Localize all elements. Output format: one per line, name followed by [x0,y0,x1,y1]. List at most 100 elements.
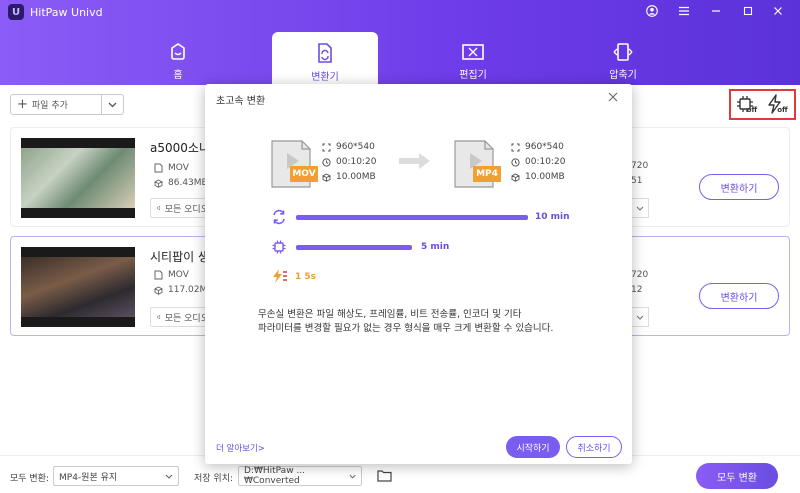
convert-all-format-label: 모두 변환: [10,474,50,484]
close-icon [608,92,618,102]
close-icon[interactable] [766,2,790,20]
add-file-main[interactable]: + 파일 추가 [11,95,101,114]
source-file-icon: MOV [270,139,320,189]
tab-compressor-label: 압축기 [609,70,637,81]
file-name: 시티팝이 생 [150,250,210,264]
target-size: 10.00MB [511,172,565,182]
chip-icon [270,238,288,256]
lossless-description: 무손실 변환은 파일 해상도, 프레임률, 비트 전송률, 인코더 및 기타 파… [258,308,588,336]
minimize-icon[interactable] [704,2,728,20]
speed-label-normal: 10 min [535,212,570,222]
target-duration-value: 00:10:20 [525,157,566,167]
maximize-icon[interactable] [736,2,760,20]
chevron-down-icon [349,474,356,479]
tab-compressor[interactable]: 압축기 [570,32,676,85]
chevron-down-icon [108,102,117,107]
app-title: HitPaw Univd [30,5,103,19]
source-size: 10.00MB [322,172,376,182]
video-thumbnail[interactable] [21,138,135,218]
speed-bar-normal [296,215,528,220]
folder-icon [376,469,392,482]
file-size-value: 86.43MB [168,178,208,188]
description-line-2: 파라미터를 변경할 필요가 없는 경우 형식을 매우 크게 변환할 수 있습니다… [258,323,554,334]
tab-home[interactable]: 홈 [125,32,231,85]
home-icon [171,43,185,60]
cube-icon [511,172,520,182]
lossless-conversion-toggle[interactable]: off [766,93,790,116]
file-format-value: MOV [168,270,189,280]
add-file-button[interactable]: + 파일 추가 [10,94,124,115]
target-format-badge: MP4 [473,166,501,182]
file-format-value: MOV [168,163,189,173]
cube-icon [322,172,331,182]
ultra-fast-conversion-dialog: 초고속 변환 MOV 960*540 00:10:20 10.00MB MP4 … [205,84,632,464]
clock-icon [511,157,520,167]
converter-icon [318,43,332,63]
add-file-dropdown[interactable] [101,95,123,114]
hw-accel-off-badge: off [746,105,758,114]
target-file-icon: MP4 [453,139,503,189]
output-format-select[interactable]: MP4-원본 유지 [53,466,179,486]
convert-button[interactable]: 변환하기 [699,174,779,200]
cancel-button[interactable]: 취소하기 [566,436,622,458]
chevron-down-icon [165,474,173,479]
audio-track-select[interactable]: 모든 오디오 [150,198,210,218]
audio-icon [157,314,161,320]
tab-home-label: 홈 [173,70,183,81]
file-format: MOV [154,270,189,280]
compressor-icon [613,43,633,61]
file-size: 86.43MB [154,178,208,188]
source-duration-value: 00:10:20 [336,157,377,167]
save-path-value: D:₩HitPaw ...₩Converted [244,466,306,486]
target-size-value: 10.00MB [525,172,565,182]
acceleration-toggles: off off [729,89,796,120]
open-folder-button[interactable] [376,467,392,483]
subtitle-dropdown[interactable] [631,307,649,327]
convert-button[interactable]: 변환하기 [699,283,779,309]
editor-icon [462,44,484,60]
video-thumbnail[interactable] [21,247,135,327]
account-icon[interactable] [640,2,664,20]
add-file-label: 파일 추가 [31,101,68,111]
source-format-badge: MOV [290,166,318,182]
source-duration: 00:10:20 [322,157,376,167]
hardware-acceleration-toggle[interactable]: off [735,94,759,116]
subtitle-dropdown[interactable] [631,198,649,218]
start-button[interactable]: 시작하기 [506,436,560,458]
tab-converter[interactable]: 변환기 [272,32,378,85]
output-duration: 12 [631,285,643,295]
source-size-value: 10.00MB [336,172,376,182]
clock-icon [322,157,331,167]
audio-track-select[interactable]: 모든 오디오 [150,307,210,327]
audio-track-value: 모든 오디오 [164,313,209,324]
app-title-bar: U HitPaw Univd [8,3,103,21]
arrow-right-icon [399,151,431,174]
speed-label-lossless: 1 5s [295,272,317,282]
cube-icon [154,285,163,295]
file-icon [154,163,163,173]
save-path-select[interactable]: D:₩HitPaw ...₩Converted [238,466,362,486]
output-resolution: 720 [631,161,649,171]
app-header: U HitPaw Univd 홈 변환기 편집기 압축기 [0,0,800,85]
speed-bar-hardware [296,245,412,250]
dialog-title: 초고속 변환 [216,96,266,107]
menu-icon[interactable] [672,2,696,20]
convert-all-button[interactable]: 모두 변환 [696,463,778,489]
resolution-icon [322,143,331,151]
cube-icon [154,178,163,188]
dialog-close-button[interactable] [604,88,622,106]
lightning-icon [270,267,288,285]
chevron-down-icon [636,315,643,320]
speed-label-hardware: 5 min [421,242,450,252]
plus-icon: + [17,97,28,112]
tab-converter-label: 변환기 [311,72,339,83]
tab-editor[interactable]: 편집기 [420,32,526,85]
save-location-label: 저장 위치: [194,474,234,484]
output-duration: 51 [631,176,643,186]
source-resolution: 960*540 [322,142,375,152]
output-format-value: MP4-원본 유지 [59,472,118,483]
chevron-down-icon [636,206,643,211]
tab-editor-label: 편집기 [459,70,487,81]
learn-more-link[interactable]: 더 알아보기> [216,442,265,454]
target-resolution-value: 960*540 [525,142,564,152]
